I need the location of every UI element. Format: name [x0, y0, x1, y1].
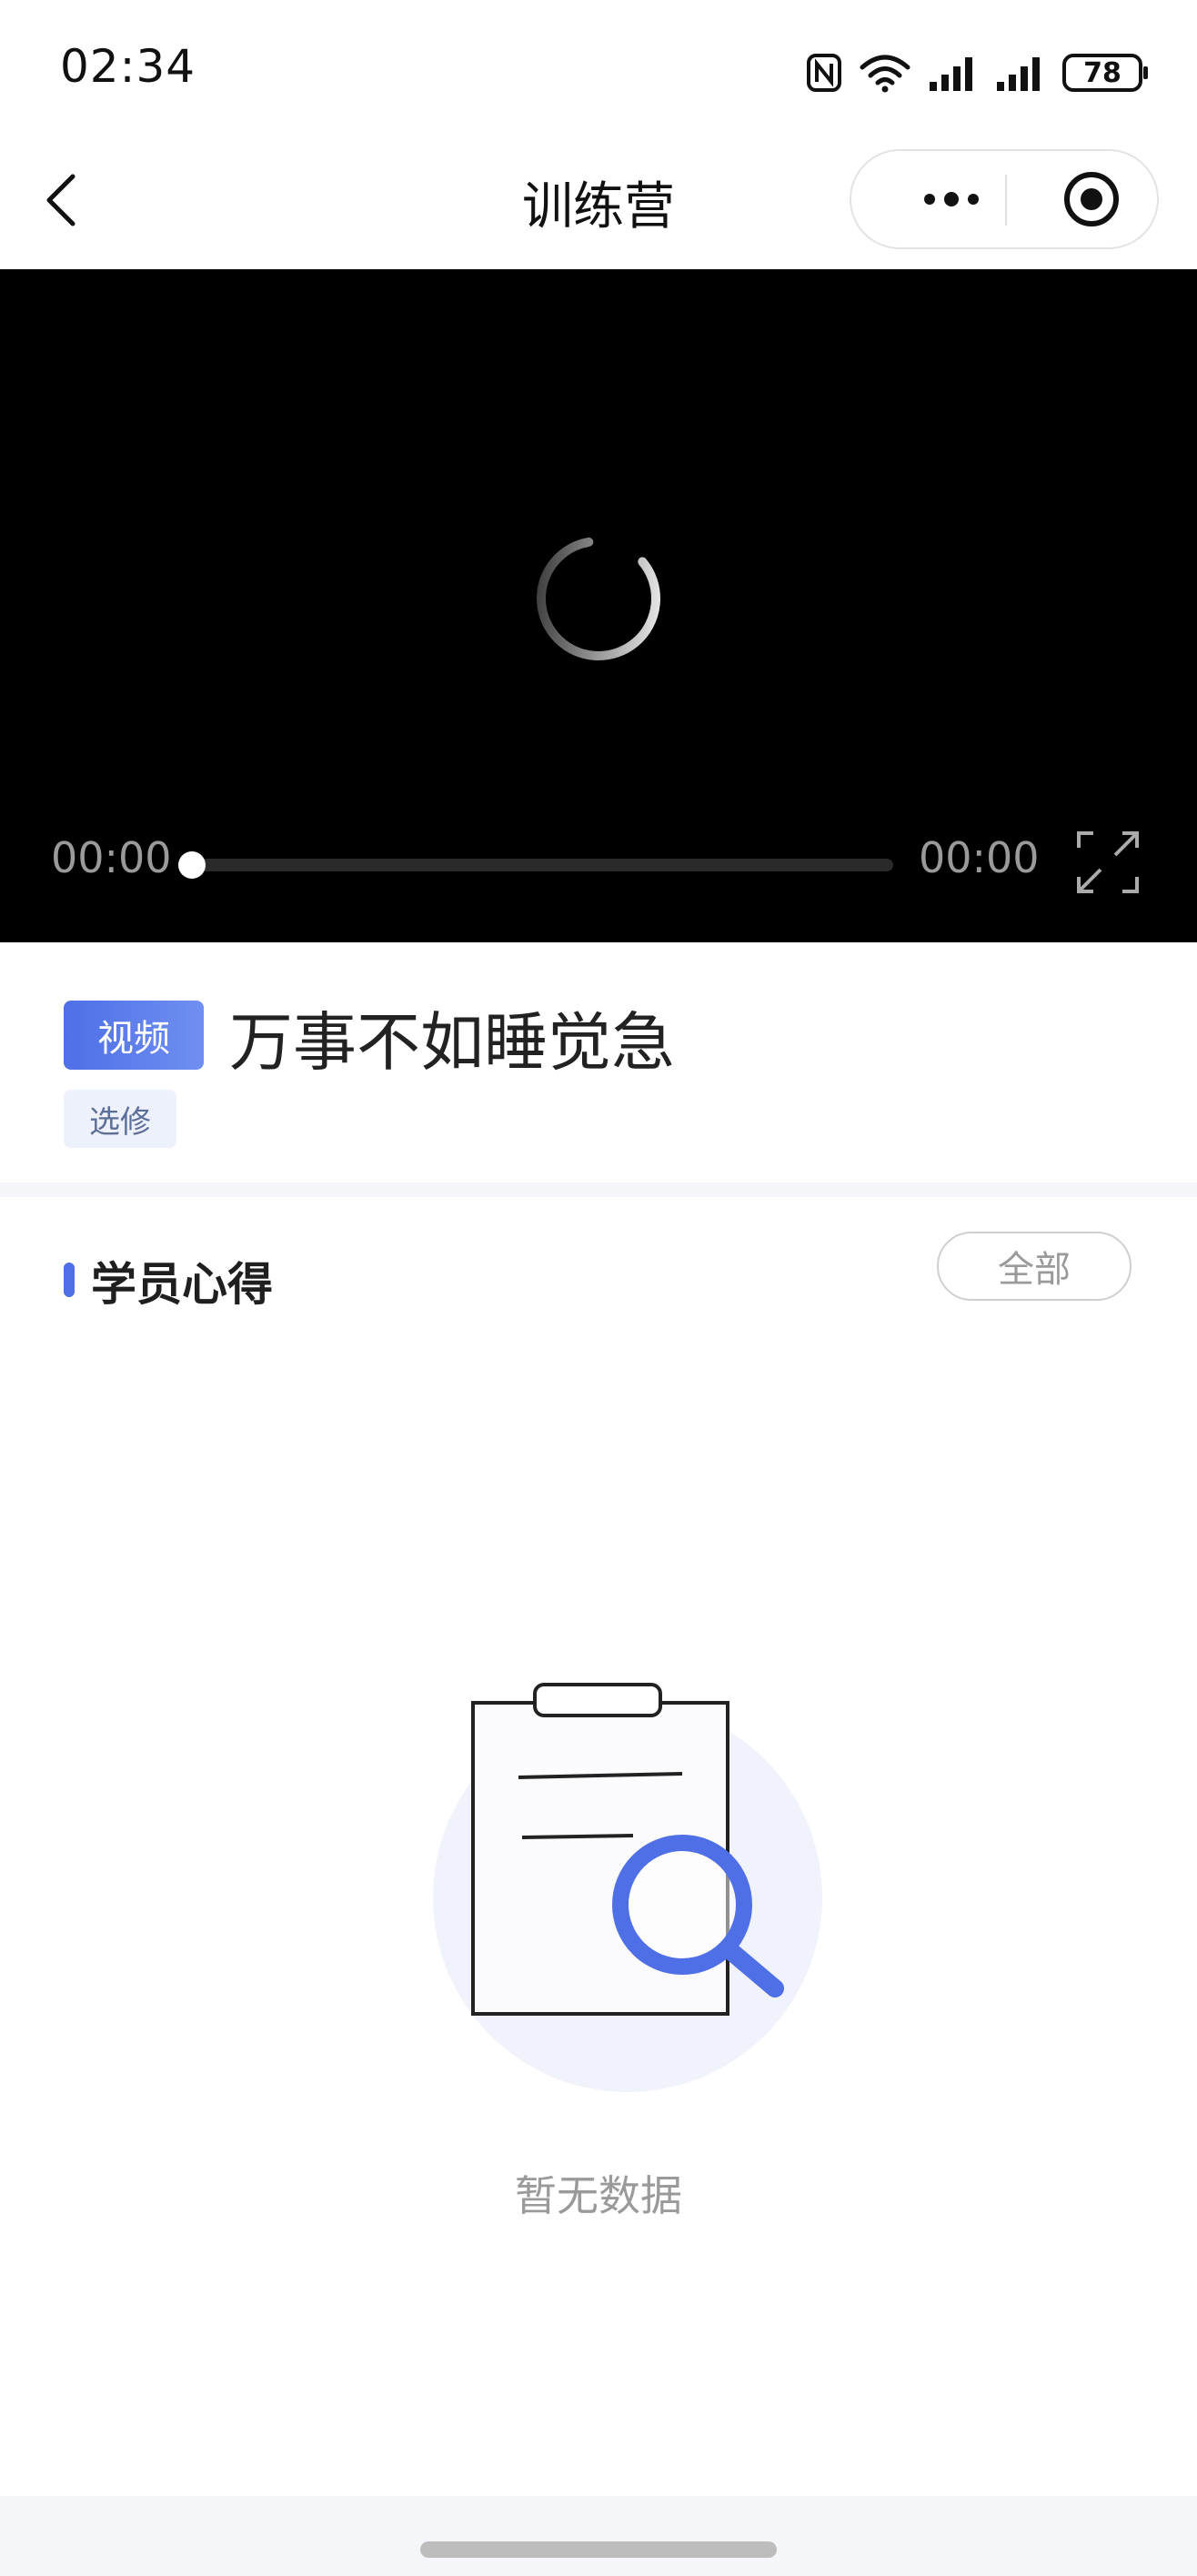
- miniprogram-capsule: [850, 149, 1159, 249]
- video-progress-track[interactable]: [191, 859, 893, 871]
- more-button[interactable]: [897, 151, 1006, 247]
- student-insights-section: 学员心得 全部 暂无数据: [0, 1197, 1197, 2496]
- close-miniprogram-button[interactable]: [1046, 151, 1137, 247]
- section-separator: [0, 1182, 1197, 1197]
- view-all-button[interactable]: 全部: [937, 1232, 1132, 1301]
- signal-icon: [930, 57, 972, 91]
- more-icon: [924, 192, 979, 206]
- battery-icon: 78: [1062, 54, 1148, 92]
- section-accent-bar: [64, 1263, 75, 1297]
- status-bar: 02:34 78: [0, 0, 1197, 136]
- signal-icon: [997, 57, 1040, 91]
- wifi-icon: [860, 55, 910, 93]
- capsule-divider: [1005, 175, 1007, 226]
- type-tag: 视频: [64, 1001, 204, 1070]
- lesson-info: 视频 万事不如睡觉急 选修: [0, 942, 1197, 1182]
- video-progress-thumb[interactable]: [178, 851, 206, 879]
- lesson-title: 万事不如睡觉急: [229, 1005, 675, 1080]
- loading-spinner-icon: [537, 537, 660, 660]
- section-title: 学员心得: [91, 1258, 273, 1311]
- video-player[interactable]: 00:00 00:00: [0, 269, 1197, 942]
- fullscreen-icon[interactable]: [1075, 830, 1141, 895]
- home-indicator-area: [0, 2496, 1197, 2576]
- video-duration: 00:00: [919, 833, 1040, 882]
- nav-bar: 训练营: [0, 136, 1197, 269]
- home-indicator[interactable]: [420, 2541, 777, 2558]
- status-icons: 78: [806, 45, 1148, 100]
- empty-clipboard-search-icon: [433, 1683, 822, 2092]
- video-current-time: 00:00: [51, 833, 172, 882]
- target-icon: [1064, 172, 1119, 226]
- status-time: 02:34: [60, 40, 196, 93]
- nfc-icon: [807, 54, 841, 92]
- elective-tag: 选修: [64, 1090, 176, 1148]
- empty-state-text: 暂无数据: [515, 2171, 682, 2220]
